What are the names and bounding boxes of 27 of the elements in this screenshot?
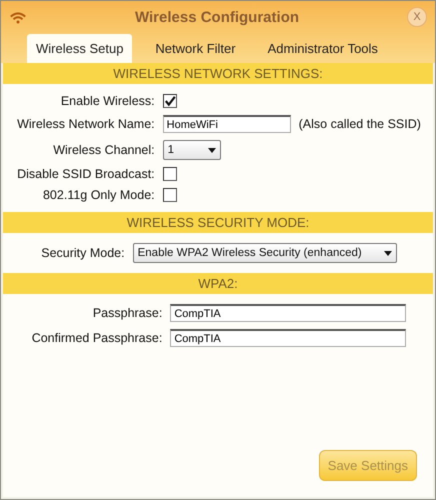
dropdown[interactable]: 1	[162, 140, 221, 160]
tab[interactable]: Administrator Tools	[258, 34, 387, 63]
field-label: Wireless Channel:	[52, 143, 155, 157]
caret-icon	[208, 148, 216, 152]
input-field[interactable]: CompTIA	[170, 329, 406, 347]
checkbox[interactable]	[162, 167, 177, 181]
section-header: WIRELESS NETWORK SETTINGS:	[3, 63, 433, 84]
field-label: Confirmed Passphrase:	[32, 331, 162, 345]
input-field[interactable]: HomeWiFi	[162, 115, 291, 133]
field-label: Wireless Network Name:	[17, 117, 155, 131]
dropdown[interactable]: Enable WPA2 Wireless Security (enhanced)	[132, 243, 397, 263]
field-label: Disable SSID Broadcast:	[17, 167, 155, 181]
checkbox[interactable]	[162, 188, 177, 202]
section-header: WPA2:	[3, 273, 433, 294]
input-field[interactable]: CompTIA	[170, 304, 406, 322]
field-label: Enable Wireless:	[60, 94, 155, 108]
window-title: Wireless Configuration	[134, 8, 300, 26]
hint-text: (Also called the SSID)	[298, 117, 421, 131]
tab[interactable]: Network Filter	[146, 34, 245, 63]
caret-icon	[384, 250, 392, 256]
checkbox[interactable]	[162, 94, 177, 108]
field-label: Passphrase:	[92, 306, 162, 320]
section-header: WIRELESS SECURITY MODE:	[3, 212, 433, 233]
wifi-icon	[9, 10, 27, 24]
field-label: 802.11g Only Mode:	[42, 188, 155, 202]
field-label: Security Mode:	[41, 246, 125, 260]
tab[interactable]: Wireless Setup	[27, 34, 132, 63]
